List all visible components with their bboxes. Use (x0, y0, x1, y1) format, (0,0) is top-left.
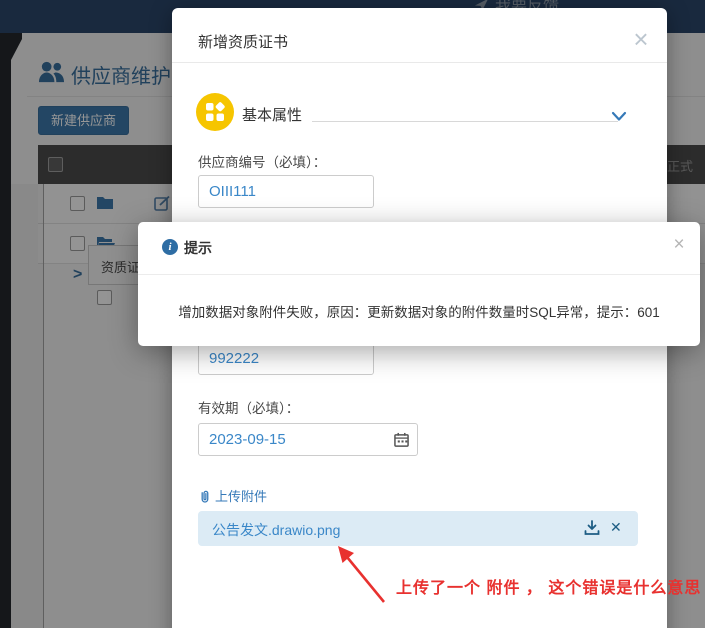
alert-message: 增加数据对象附件失败，原因：更新数据对象的附件数量时SQL异常，提示：601 (138, 301, 700, 321)
chevron-down-icon[interactable] (611, 111, 627, 122)
alert-close-icon[interactable]: × (668, 234, 690, 256)
annotation-text: 上传了一个 附件 ， 这个错误是什么意思 (396, 574, 701, 598)
supplier-no-input[interactable] (198, 175, 374, 208)
calendar-icon[interactable] (394, 432, 409, 447)
paperclip-icon (198, 489, 211, 503)
alert-title: 提示 (184, 238, 212, 258)
app-screenshot: 我要反馈 供应商维护 新建供应商 正式 × (0, 0, 705, 628)
modal-header-divider (172, 62, 667, 63)
info-icon: i (162, 239, 178, 255)
section-title: 基本属性 (242, 104, 302, 125)
attachment-file-name[interactable]: 公告发文.drawio.png (212, 520, 340, 540)
valid-until-label: 有效期（必填）： (198, 397, 299, 417)
download-icon[interactable] (584, 520, 600, 536)
modal-close-icon[interactable]: × (627, 26, 655, 54)
cert-no-input[interactable] (198, 342, 374, 375)
section-divider-line (312, 121, 618, 122)
category-grid-icon (205, 102, 225, 122)
attachment-row: 公告发文.drawio.png ✕ (198, 511, 638, 546)
alert-dialog: i 提示 × 增加数据对象附件失败，原因：更新数据对象的附件数量时SQL异常，提… (138, 222, 700, 346)
upload-attachment-link[interactable]: 上传附件 (198, 486, 267, 505)
upload-link-label: 上传附件 (215, 486, 267, 505)
alert-header-divider (138, 274, 700, 275)
modal-title: 新增资质证书 (198, 31, 288, 52)
remove-attachment-icon[interactable]: ✕ (610, 519, 622, 536)
supplier-no-label: 供应商编号（必填）： (198, 151, 326, 171)
valid-until-date-input[interactable] (198, 423, 418, 456)
section-badge (196, 93, 234, 131)
